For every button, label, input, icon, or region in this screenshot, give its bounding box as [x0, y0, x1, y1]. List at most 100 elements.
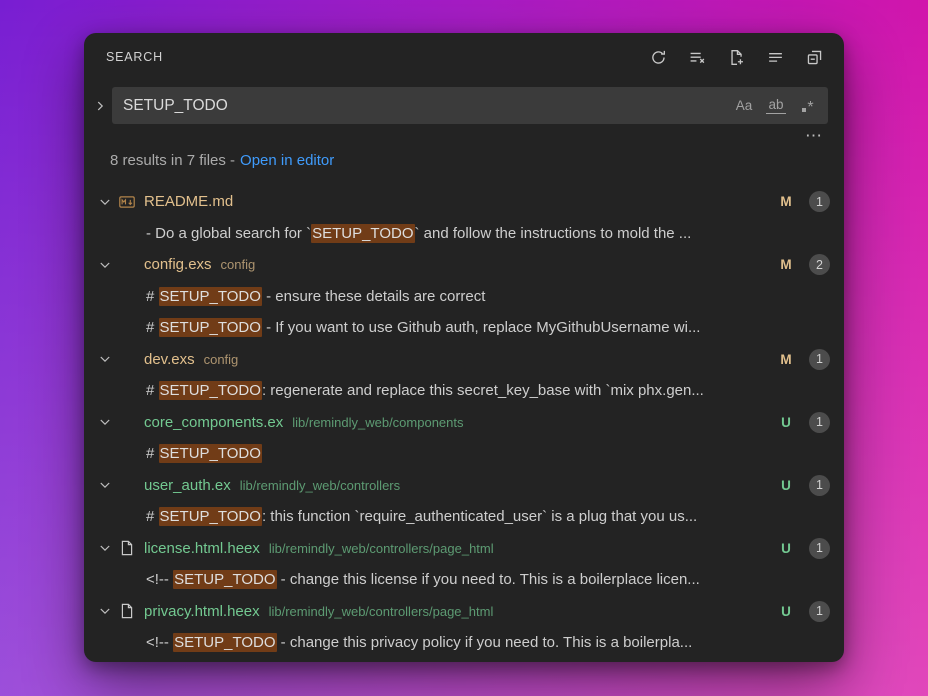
match-result-row[interactable]: <!-- SETUP_TODO - change this license if… — [84, 564, 844, 596]
match-highlight: SETUP_TODO — [173, 633, 276, 652]
regex-dot — [802, 108, 806, 112]
match-text-before: # — [146, 319, 159, 336]
chevron-down-icon[interactable] — [97, 603, 113, 619]
match-highlight: SETUP_TODO — [159, 444, 262, 463]
git-status-badge: M — [777, 257, 795, 272]
git-status-badge: U — [777, 604, 795, 619]
match-count-badge: 1 — [809, 349, 830, 370]
match-highlight: SETUP_TODO — [159, 507, 262, 526]
match-result-row[interactable]: # SETUP_TODO: regenerate and replace thi… — [84, 375, 844, 407]
file-name: user_auth.ex — [144, 477, 231, 494]
match-highlight: SETUP_TODO — [173, 570, 276, 589]
match-text-after: - change this privacy policy if you need… — [277, 634, 693, 651]
git-status-badge: U — [777, 478, 795, 493]
match-text-before: # — [146, 508, 159, 525]
results-list: README.md M 1 - Do a global search for `… — [84, 186, 844, 659]
match-text-before: # — [146, 445, 159, 462]
file-icon — [119, 540, 135, 556]
git-status-badge: U — [777, 415, 795, 430]
elixir-icon — [119, 257, 135, 273]
file-name: README.md — [144, 193, 233, 210]
match-result-row[interactable]: # SETUP_TODO: this function `require_aut… — [84, 501, 844, 533]
chevron-down-icon[interactable] — [97, 414, 113, 430]
match-text-after: - If you want to use Github auth, replac… — [262, 319, 701, 336]
match-highlight: SETUP_TODO — [311, 224, 414, 243]
search-input[interactable] — [123, 97, 733, 115]
chevron-down-icon[interactable] — [97, 477, 113, 493]
search-view-header: SEARCH — [84, 33, 844, 81]
git-status-badge: U — [777, 541, 795, 556]
match-count-badge: 1 — [809, 412, 830, 433]
match-result-row[interactable]: - Do a global search for `SETUP_TODO` an… — [84, 218, 844, 250]
file-icon — [119, 603, 135, 619]
elixir-icon — [119, 477, 135, 493]
file-path: lib/remindly_web/controllers/page_html — [269, 541, 494, 556]
file-path: config — [204, 352, 239, 367]
search-view-panel: SEARCH — [84, 33, 844, 662]
regex-icon[interactable]: * — [797, 94, 819, 118]
match-text-after: : regenerate and replace this secret_key… — [262, 382, 704, 399]
whole-word-icon[interactable]: ab — [765, 94, 787, 118]
results-summary-text: 8 results in 7 files - — [110, 152, 235, 169]
match-result-row[interactable]: # SETUP_TODO - If you want to use Github… — [84, 312, 844, 344]
file-result-row[interactable]: config.exs config M 2 — [84, 249, 844, 281]
file-result-row[interactable]: privacy.html.heex lib/remindly_web/contr… — [84, 596, 844, 628]
match-result-row[interactable]: # SETUP_TODO - ensure these details are … — [84, 281, 844, 313]
file-result-row[interactable]: README.md M 1 — [84, 186, 844, 218]
collapse-all-icon[interactable] — [804, 47, 824, 67]
match-text-before: # — [146, 288, 159, 305]
file-name: core_components.ex — [144, 414, 283, 431]
match-text-after: : this function `require_authenticated_u… — [262, 508, 697, 525]
match-count-badge: 1 — [809, 538, 830, 559]
file-result-row[interactable]: license.html.heex lib/remindly_web/contr… — [84, 533, 844, 565]
chevron-down-icon[interactable] — [97, 194, 113, 210]
search-box[interactable]: Aa ab * — [112, 87, 828, 124]
chevron-down-icon[interactable] — [97, 257, 113, 273]
more-actions-row: ⋯ — [84, 124, 844, 146]
git-status-badge: M — [777, 194, 795, 209]
refresh-icon[interactable] — [648, 47, 668, 67]
match-count-badge: 1 — [809, 475, 830, 496]
file-name: privacy.html.heex — [144, 603, 260, 620]
open-in-editor-link[interactable]: Open in editor — [240, 152, 334, 169]
match-count-badge: 2 — [809, 254, 830, 275]
regex-star: * — [807, 99, 813, 117]
elixir-icon — [119, 414, 135, 430]
search-toolbar — [648, 47, 824, 67]
match-text-before: - Do a global search for ` — [146, 225, 311, 242]
match-count-badge: 1 — [809, 601, 830, 622]
elixir-icon — [119, 351, 135, 367]
view-as-list-icon[interactable] — [765, 47, 785, 67]
file-result-row[interactable]: dev.exs config M 1 — [84, 344, 844, 376]
match-case-icon[interactable]: Aa — [733, 94, 755, 118]
chevron-down-icon[interactable] — [97, 540, 113, 556]
git-status-badge: M — [777, 352, 795, 367]
match-text-before: <!-- — [146, 571, 173, 588]
match-highlight: SETUP_TODO — [159, 381, 262, 400]
file-path: lib/remindly_web/controllers — [240, 478, 400, 493]
match-text-after: - change this license if you need to. Th… — [277, 571, 700, 588]
file-result-row[interactable]: user_auth.ex lib/remindly_web/controller… — [84, 470, 844, 502]
match-text-before: <!-- — [146, 634, 173, 651]
match-highlight: SETUP_TODO — [159, 287, 262, 306]
open-new-search-editor-icon[interactable] — [726, 47, 746, 67]
file-path: lib/remindly_web/controllers/page_html — [269, 604, 494, 619]
match-text-after: ` and follow the instructions to mold th… — [415, 225, 692, 242]
file-name: dev.exs — [144, 351, 195, 368]
markdown-icon — [119, 194, 135, 210]
match-result-row[interactable]: # SETUP_TODO — [84, 438, 844, 470]
search-view-title: SEARCH — [106, 50, 163, 64]
clear-search-results-icon[interactable] — [687, 47, 707, 67]
file-result-row[interactable]: core_components.ex lib/remindly_web/comp… — [84, 407, 844, 439]
match-text-after: - ensure these details are correct — [262, 288, 485, 305]
match-text-before: # — [146, 382, 159, 399]
match-highlight: SETUP_TODO — [159, 318, 262, 337]
file-path: lib/remindly_web/components — [292, 415, 463, 430]
file-path: config — [221, 257, 256, 272]
chevron-down-icon[interactable] — [97, 351, 113, 367]
toggle-replace-chevron-icon[interactable] — [88, 88, 112, 124]
more-actions-icon[interactable]: ⋯ — [805, 127, 824, 144]
file-name: config.exs — [144, 256, 212, 273]
match-count-badge: 1 — [809, 191, 830, 212]
match-result-row[interactable]: <!-- SETUP_TODO - change this privacy po… — [84, 627, 844, 659]
